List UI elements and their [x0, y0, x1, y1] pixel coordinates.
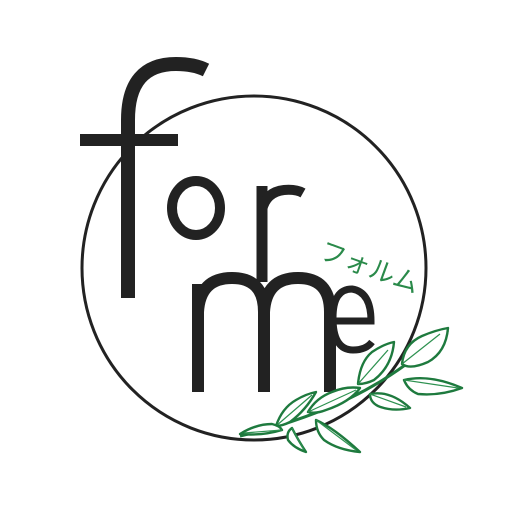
forme-logo: f o r m e フォルム: [80, 56, 464, 454]
wordmark-letter-m: m: [192, 271, 336, 392]
wordmark-letter-e: e: [329, 285, 375, 354]
wordmark-letter-r: r: [256, 184, 306, 282]
wordmark-letter-o: o: [167, 176, 225, 240]
